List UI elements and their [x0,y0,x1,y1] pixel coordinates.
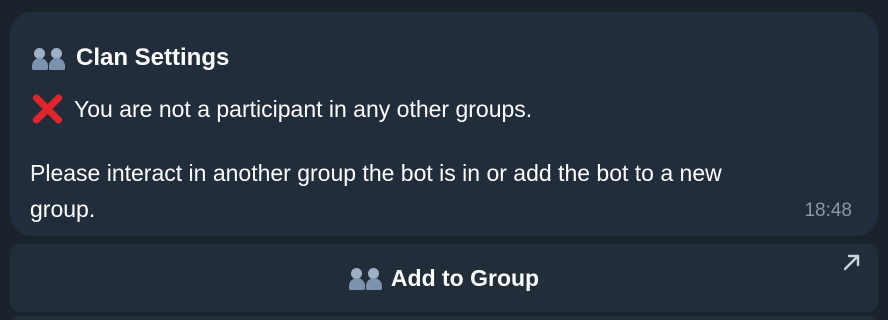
info-text-line-1: Please interact in another group the bot… [30,160,722,186]
add-to-group-button[interactable]: Add to Group [10,244,878,312]
bot-message-bubble: Clan Settings You are not a participant … [10,12,878,236]
group-icon [32,46,66,70]
cross-mark-icon [30,92,64,126]
group-icon [348,266,383,290]
external-link-arrow-icon [843,254,860,271]
message-timestamp: 18:48 [804,200,852,221]
message-title: Clan Settings [76,44,230,71]
error-line: You are not a participant in any other g… [30,92,532,126]
next-button-row-edge [10,316,878,320]
info-text-line-2: group. [30,196,96,222]
add-to-group-label: Add to Group [390,264,540,291]
message-title-row: Clan Settings [32,42,229,74]
error-text: You are not a participant in any other g… [74,95,533,122]
chat-area: Clan Settings You are not a participant … [0,0,888,320]
